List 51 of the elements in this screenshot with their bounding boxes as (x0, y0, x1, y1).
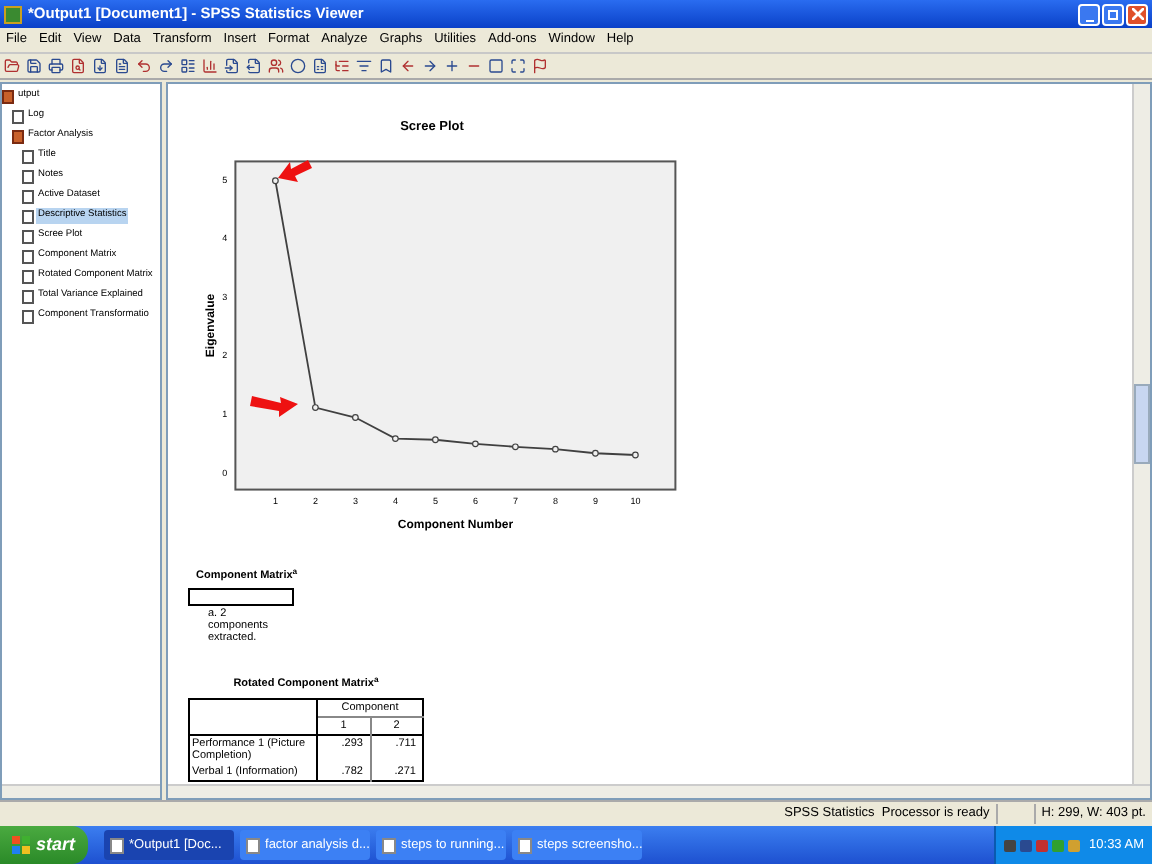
data-point (272, 177, 279, 185)
tree-icon[interactable] (334, 58, 350, 74)
minimize-button[interactable] (1078, 3, 1100, 25)
empty-table (188, 588, 294, 607)
pointer-arrow (250, 396, 298, 417)
flag-icon[interactable] (532, 58, 548, 74)
output-icon[interactable] (246, 58, 262, 74)
frame-icon[interactable] (510, 58, 526, 74)
pointer-arrow (278, 160, 312, 182)
windows-logo-icon (12, 836, 30, 854)
document-icon[interactable] (114, 58, 130, 74)
close-button[interactable] (1126, 3, 1148, 25)
vertical-scrollbar[interactable] (1132, 84, 1150, 784)
save-icon[interactable] (26, 58, 42, 74)
document-icon (109, 837, 124, 853)
data-point (472, 440, 479, 448)
horizontal-scrollbar[interactable] (168, 784, 1150, 798)
data-point (312, 404, 319, 411)
data-point (552, 445, 559, 453)
horizontal-scrollbar[interactable] (2, 784, 160, 798)
import-icon[interactable] (224, 58, 240, 74)
data-point (432, 436, 439, 444)
close-icon (1131, 8, 1143, 20)
undo-icon[interactable] (136, 58, 152, 74)
bookmark-icon[interactable] (378, 58, 394, 74)
data-point (352, 414, 359, 421)
list-icon[interactable] (180, 58, 196, 74)
folder-icon[interactable] (4, 58, 20, 74)
data-point (512, 443, 519, 451)
document-icon (517, 837, 532, 853)
circle-icon[interactable] (290, 58, 306, 74)
export-icon[interactable] (92, 58, 108, 74)
redo-icon[interactable] (158, 58, 174, 74)
data-point (632, 451, 639, 459)
filter-icon[interactable] (356, 58, 372, 74)
app-icon (4, 5, 22, 23)
document-icon (381, 837, 396, 853)
print-icon[interactable] (48, 58, 64, 74)
people-icon[interactable] (268, 58, 284, 74)
forward-icon[interactable] (422, 58, 438, 74)
spreadsheet-icon[interactable] (312, 58, 328, 74)
preview-icon[interactable] (70, 58, 86, 74)
plus-icon[interactable] (444, 58, 460, 74)
data-point (392, 435, 399, 442)
chart-icon[interactable] (202, 58, 218, 74)
document-icon (245, 837, 260, 853)
back-icon[interactable] (400, 58, 416, 74)
data-point (592, 449, 599, 457)
square-icon[interactable] (488, 58, 504, 74)
restore-button[interactable] (1102, 3, 1124, 25)
start-button[interactable]: start (0, 826, 88, 864)
